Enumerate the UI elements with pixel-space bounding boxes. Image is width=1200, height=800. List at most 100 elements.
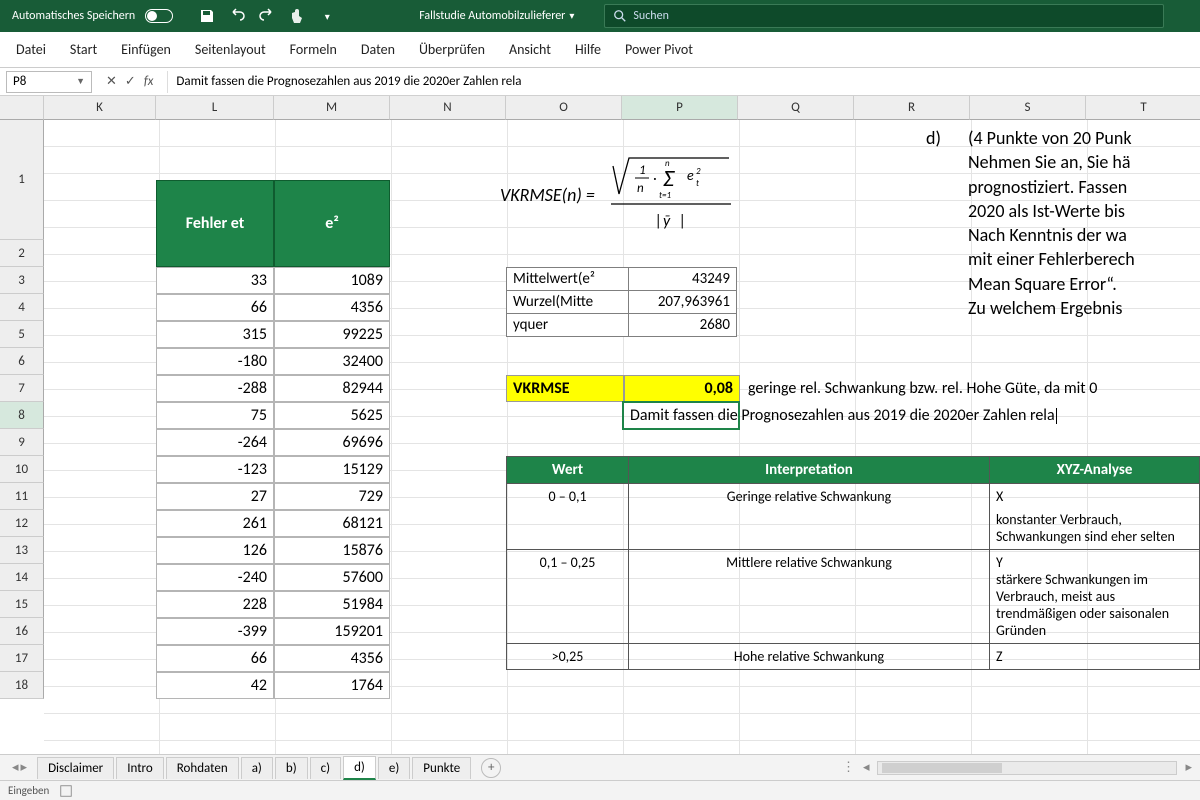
sheet-tab-c[interactable]: c) — [310, 757, 341, 779]
touch-icon[interactable] — [287, 6, 307, 26]
col-S[interactable]: S — [970, 96, 1086, 120]
interp-h-interp[interactable]: Interpretation — [629, 457, 990, 484]
interp-r3-interp[interactable]: Hohe relative Schwankung — [629, 644, 990, 670]
ribbon-tab-ueberpruefen[interactable]: Überprüfen — [419, 33, 485, 66]
sheet-tab-e[interactable]: e) — [378, 757, 410, 779]
cell-M18[interactable]: 1764 — [274, 672, 390, 699]
col-O[interactable]: O — [506, 96, 622, 120]
tab-split-icon[interactable]: ⋮ — [842, 760, 855, 775]
cell-mean-val[interactable]: 43249 — [629, 268, 737, 291]
cell-L3[interactable]: 33 — [156, 267, 274, 294]
cell-M7[interactable]: 82944 — [274, 375, 390, 402]
cell-L6[interactable]: -180 — [156, 348, 274, 375]
sheet-tab-disclaimer[interactable]: Disclaimer — [37, 757, 114, 779]
cell-L17[interactable]: 66 — [156, 645, 274, 672]
cell-ybar-label[interactable]: yquer — [507, 314, 629, 337]
col-K[interactable]: K — [44, 96, 156, 120]
cell-M16[interactable]: 159201 — [274, 618, 390, 645]
ribbon-tab-formeln[interactable]: Formeln — [290, 33, 337, 66]
header-fehler-et[interactable]: Fehler et — [156, 180, 274, 267]
cell-comment7[interactable]: geringe rel. Schwankung bzw. rel. Hohe G… — [742, 375, 1200, 402]
cell-sqrt-val[interactable]: 207,963961 — [629, 291, 737, 314]
ribbon-tab-seitenlayout[interactable]: Seitenlayout — [195, 33, 266, 66]
row-3[interactable]: 3 — [0, 267, 44, 294]
col-P[interactable]: P — [622, 96, 738, 120]
sheet-tab-intro[interactable]: Intro — [116, 757, 164, 779]
interp-r1-xyz[interactable]: Xkonstanter Verbrauch, Schwankungen sind… — [990, 484, 1200, 550]
name-box-dropdown-icon[interactable]: ▼ — [76, 76, 85, 87]
cell-M8[interactable]: 5625 — [274, 402, 390, 429]
row-14[interactable]: 14 — [0, 564, 44, 591]
cell-L16[interactable]: -399 — [156, 618, 274, 645]
cell-M14[interactable]: 57600 — [274, 564, 390, 591]
cell-mean-label[interactable]: Mittelwert(e² — [507, 268, 629, 291]
interp-r2-interp[interactable]: Mittlere relative Schwankung — [629, 550, 990, 644]
row-16[interactable]: 16 — [0, 618, 44, 645]
row-13[interactable]: 13 — [0, 537, 44, 564]
formula-input[interactable]: Damit fassen die Prognosezahlen aus 2019… — [167, 71, 1200, 93]
cell-P8-editing[interactable]: Damit fassen die Prognosezahlen aus 2019… — [624, 402, 1194, 429]
enter-icon[interactable]: ✓ — [125, 74, 136, 89]
sheet-tab-a[interactable]: a) — [241, 757, 273, 779]
interp-r1-wert[interactable]: 0 – 0,1 — [507, 484, 629, 550]
file-name[interactable]: Fallstudie Automobilzulieferer▾ — [419, 9, 574, 23]
ribbon-tab-powerpivot[interactable]: Power Pivot — [625, 33, 693, 66]
ribbon-tab-datei[interactable]: Datei — [16, 33, 46, 66]
row-18[interactable]: 18 — [0, 672, 44, 699]
sheet-area[interactable]: K L M N O P Q R S T 1 2 3 4 5 6 7 8 9 10… — [0, 96, 1200, 760]
col-L[interactable]: L — [156, 96, 274, 120]
autosave-toggle[interactable] — [145, 9, 173, 23]
cell-L9[interactable]: -264 — [156, 429, 274, 456]
cell-L11[interactable]: 27 — [156, 483, 274, 510]
col-M[interactable]: M — [274, 96, 390, 120]
cell-L15[interactable]: 228 — [156, 591, 274, 618]
cell-ybar-val[interactable]: 2680 — [629, 314, 737, 337]
hscroll-right-icon[interactable]: ▸ — [1185, 760, 1192, 775]
horizontal-scrollbar[interactable] — [877, 761, 1177, 775]
row-8[interactable]: 8 — [0, 402, 44, 429]
cell-M3[interactable]: 1089 — [274, 267, 390, 294]
cell-sqrt-label[interactable]: Wurzel(Mitte — [507, 291, 629, 314]
row-17[interactable]: 17 — [0, 645, 44, 672]
cancel-icon[interactable]: ✕ — [106, 74, 117, 89]
cell-L10[interactable]: -123 — [156, 456, 274, 483]
row-10[interactable]: 10 — [0, 456, 44, 483]
cell-L8[interactable]: 75 — [156, 402, 274, 429]
cell-vkrmse-val[interactable]: 0,08 — [624, 375, 740, 402]
new-sheet-button[interactable]: + — [481, 758, 501, 778]
sheet-tab-punkte[interactable]: Punkte — [412, 757, 471, 779]
cell-M15[interactable]: 51984 — [274, 591, 390, 618]
cell-M12[interactable]: 68121 — [274, 510, 390, 537]
row-15[interactable]: 15 — [0, 591, 44, 618]
cell-M5[interactable]: 99225 — [274, 321, 390, 348]
sheet-tab-d[interactable]: d) — [343, 756, 376, 780]
interp-r1-interp[interactable]: Geringe relative Schwankung — [629, 484, 990, 550]
fx-icon[interactable]: fx — [144, 74, 154, 89]
ribbon-tab-einfuegen[interactable]: Einfügen — [121, 33, 171, 66]
cell-M13[interactable]: 15876 — [274, 537, 390, 564]
col-T[interactable]: T — [1086, 96, 1200, 120]
row-2[interactable]: 2 — [0, 240, 44, 267]
ribbon-tab-hilfe[interactable]: Hilfe — [575, 33, 601, 66]
save-icon[interactable] — [197, 6, 217, 26]
cell-L4[interactable]: 66 — [156, 294, 274, 321]
row-7[interactable]: 7 — [0, 375, 44, 402]
cell-L13[interactable]: 126 — [156, 537, 274, 564]
cell-M4[interactable]: 4356 — [274, 294, 390, 321]
col-N[interactable]: N — [390, 96, 506, 120]
cell-L5[interactable]: 315 — [156, 321, 274, 348]
tab-nav-next-icon[interactable]: ▸ — [21, 760, 28, 775]
cell-M6[interactable]: 32400 — [274, 348, 390, 375]
cell-M10[interactable]: 15129 — [274, 456, 390, 483]
accessibility-icon[interactable] — [59, 784, 73, 798]
cell-M9[interactable]: 69696 — [274, 429, 390, 456]
cell-L12[interactable]: 261 — [156, 510, 274, 537]
row-11[interactable]: 11 — [0, 483, 44, 510]
row-5[interactable]: 5 — [0, 321, 44, 348]
cell-L18[interactable]: 42 — [156, 672, 274, 699]
row-1[interactable]: 1 — [0, 120, 44, 240]
cell-L14[interactable]: -240 — [156, 564, 274, 591]
col-R[interactable]: R — [854, 96, 970, 120]
interp-r3-xyz[interactable]: Z — [990, 644, 1200, 670]
redo-icon[interactable] — [257, 6, 277, 26]
